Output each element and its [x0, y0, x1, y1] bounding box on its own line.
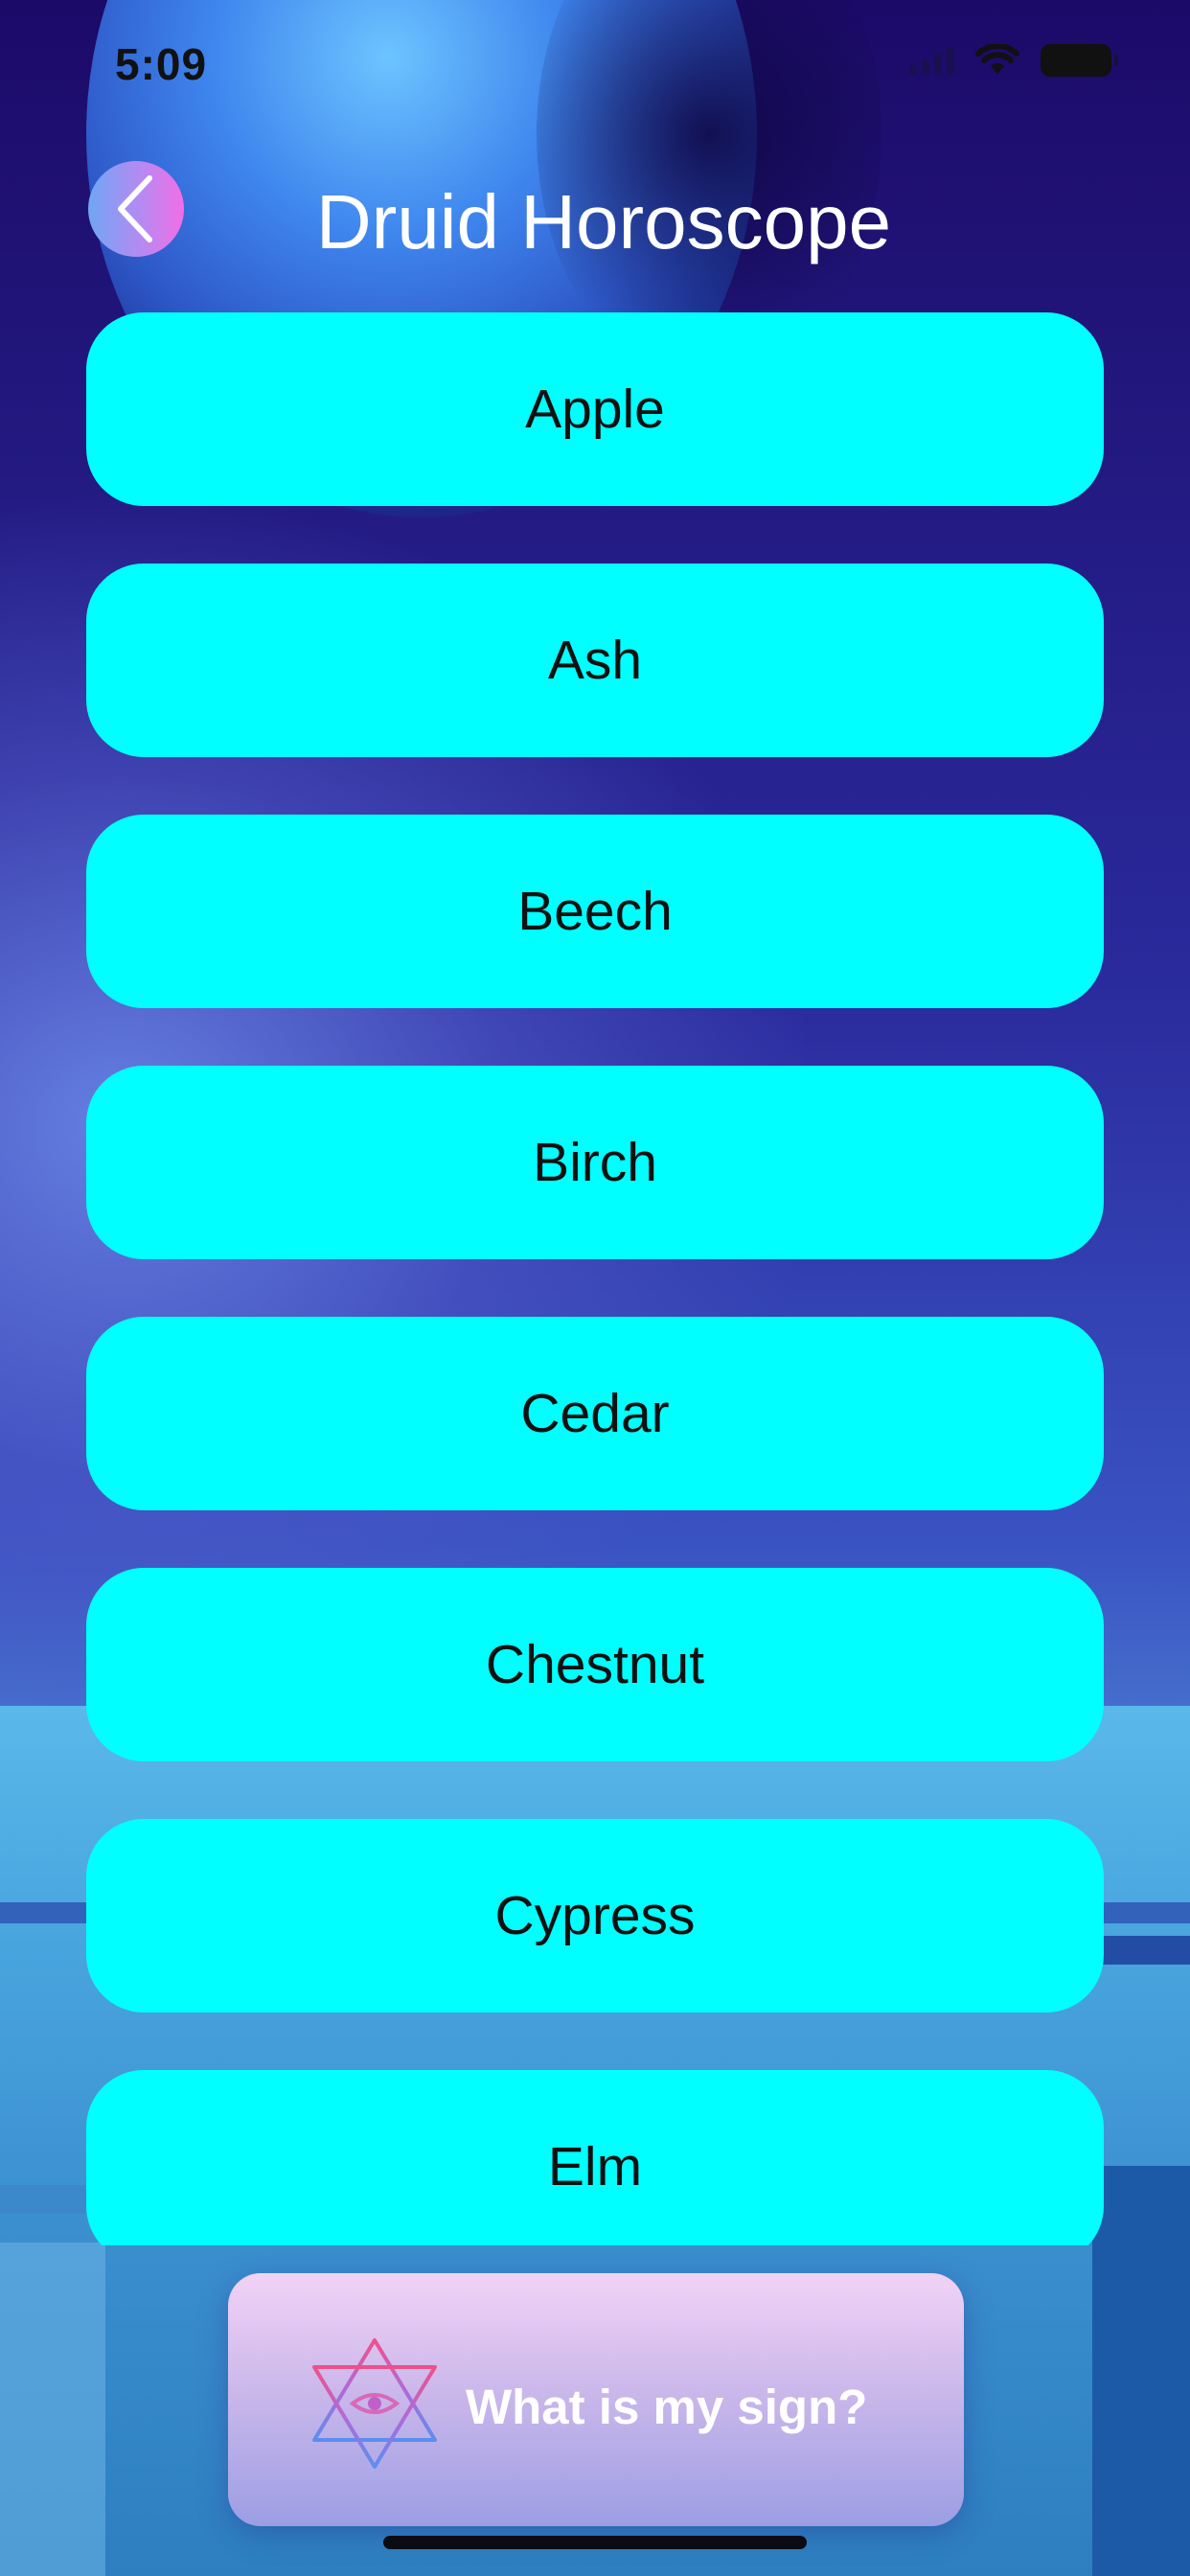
sign-list[interactable]: Apple Ash Beech Birch Cedar Chestnut Cyp… — [86, 312, 1104, 2245]
hexagram-eye-icon — [312, 2338, 437, 2469]
chevron-left-icon — [118, 175, 152, 242]
sea-band — [1092, 2166, 1190, 2576]
sea-band — [0, 2242, 105, 2576]
page-title: Druid Horoscope — [315, 179, 892, 264]
sign-label: Birch — [533, 1132, 657, 1193]
sign-item-elm[interactable]: Elm — [86, 2070, 1104, 2245]
status-time: 5:09 — [115, 39, 208, 89]
sign-item-birch[interactable]: Birch — [86, 1066, 1104, 1259]
sign-label: Cypress — [494, 1885, 696, 1946]
status-bar: 5:09 — [0, 0, 1190, 126]
sign-label: Chestnut — [485, 1634, 705, 1695]
sign-item-ash[interactable]: Ash — [86, 564, 1104, 757]
sign-label: Apple — [525, 379, 665, 440]
sign-label: Cedar — [520, 1383, 670, 1444]
home-indicator[interactable] — [383, 2536, 807, 2549]
sign-item-apple[interactable]: Apple — [86, 312, 1104, 506]
sign-item-cypress[interactable]: Cypress — [86, 1819, 1104, 2012]
sign-label: Ash — [547, 630, 643, 691]
sign-label: Elm — [547, 2136, 643, 2197]
sign-item-cedar[interactable]: Cedar — [86, 1317, 1104, 1510]
status-icons — [909, 44, 1118, 77]
sign-item-chestnut[interactable]: Chestnut — [86, 1568, 1104, 1761]
what-is-my-sign-button[interactable]: What is my sign? — [228, 2273, 964, 2526]
back-button[interactable] — [88, 161, 184, 257]
battery-icon — [1041, 44, 1118, 77]
sign-label: Beech — [517, 881, 673, 942]
sign-item-beech[interactable]: Beech — [86, 815, 1104, 1008]
cellular-signal-icon — [909, 46, 954, 75]
what-is-my-sign-label: What is my sign? — [466, 2380, 868, 2434]
wifi-icon — [975, 44, 1019, 74]
